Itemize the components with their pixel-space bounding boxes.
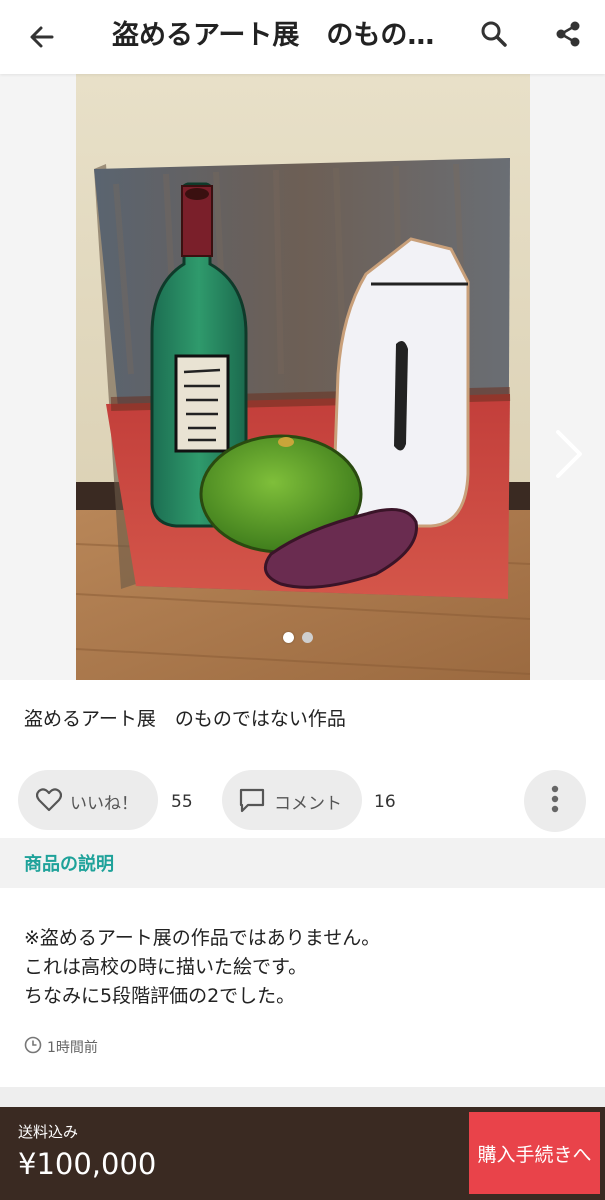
- share-icon[interactable]: [544, 10, 592, 58]
- posted-time-label: 1時間前: [47, 1040, 98, 1056]
- posted-time: 1時間前: [24, 1036, 98, 1058]
- carousel-dot-active[interactable]: [283, 632, 294, 643]
- description-header: 商品の説明: [0, 838, 605, 888]
- app-bar: 盗めるアート展 のものではない作品: [0, 0, 605, 74]
- clock-icon: [24, 1036, 42, 1058]
- photo-carousel[interactable]: [0, 74, 605, 680]
- section-divider: [0, 1087, 605, 1107]
- more-vertical-icon: [551, 785, 559, 817]
- like-label: いいね！: [70, 794, 138, 814]
- chevron-right-icon[interactable]: [548, 426, 588, 482]
- carousel-indicator: [283, 632, 313, 643]
- description-line: ちなみに5段階評価の2でした。: [24, 985, 296, 1007]
- arrow-left-icon[interactable]: [18, 13, 66, 61]
- description-line: これは高校の時に描いた絵です。: [24, 956, 308, 978]
- search-icon[interactable]: [470, 10, 518, 58]
- price: ¥100,000: [18, 1147, 157, 1181]
- more-options-button[interactable]: [524, 770, 586, 832]
- item-photo[interactable]: [75, 74, 531, 680]
- item-title: 盗めるアート展 のものではない作品: [24, 708, 346, 730]
- buy-button[interactable]: 購入手続きへ: [469, 1112, 600, 1194]
- comment-icon: [238, 787, 266, 818]
- description-heading: 商品の説明: [24, 854, 114, 875]
- carousel-dot[interactable]: [302, 632, 313, 643]
- shipping-label: 送料込み: [18, 1123, 79, 1141]
- purchase-bar: 送料込み ¥100,000 購入手続きへ: [0, 1107, 605, 1200]
- comment-count: 16: [374, 792, 396, 812]
- description-body: ※盗めるアート展の作品ではありません。 これは高校の時に描いた絵です。 ちなみに…: [24, 924, 380, 1011]
- like-button[interactable]: いいね！: [18, 770, 158, 830]
- like-count: 55: [171, 792, 193, 812]
- page-title: 盗めるアート展 のものではない作品: [112, 20, 442, 51]
- comment-label: コメント: [274, 794, 342, 814]
- comment-button[interactable]: コメント: [222, 770, 362, 830]
- heart-icon: [35, 788, 63, 817]
- description-line: ※盗めるアート展の作品ではありません。: [24, 927, 381, 949]
